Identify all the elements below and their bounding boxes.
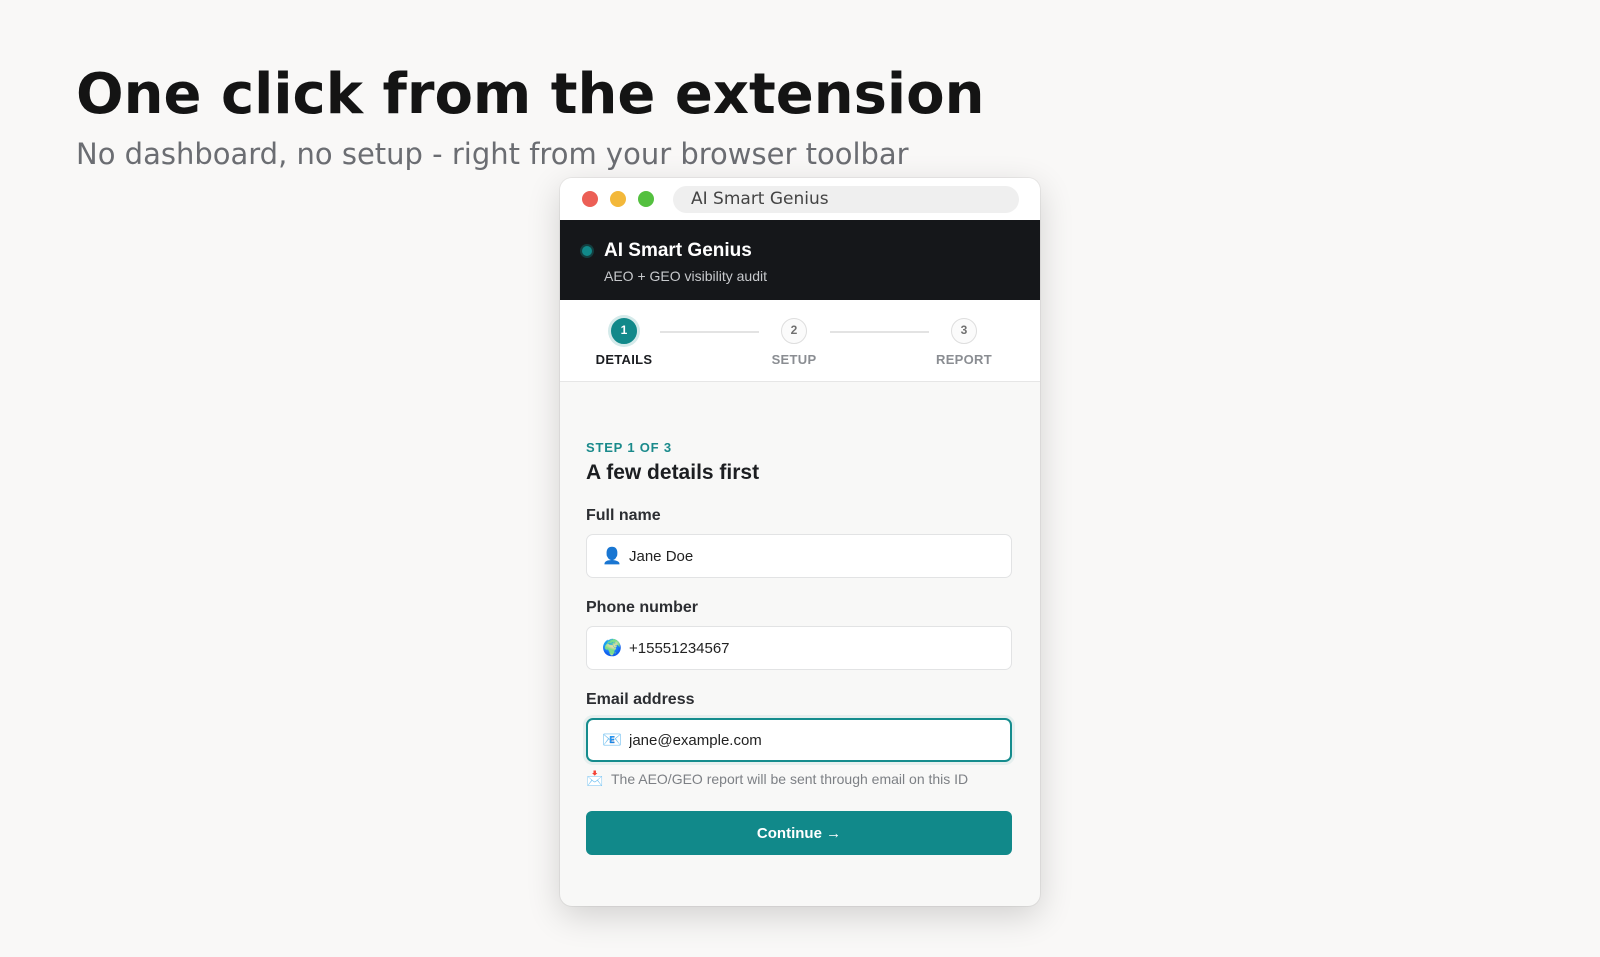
brand-tagline: AEO + GEO visibility audit [604, 268, 768, 284]
url-bar[interactable]: AI Smart Genius [673, 186, 1019, 213]
form-title: A few details first [586, 461, 760, 484]
inbox-icon: 📩 [586, 770, 604, 786]
step-label: SETUP [771, 352, 817, 367]
full-name-input[interactable] [629, 547, 969, 565]
email-hint-text: The AEO/GEO report will be sent through … [611, 770, 969, 787]
step-setup[interactable]: 2 SETUP [739, 318, 849, 367]
step-report[interactable]: 3 REPORT [909, 318, 1019, 367]
step-label: DETAILS [595, 352, 653, 367]
step-number: 1 [611, 318, 637, 344]
email-hint: 📩 The AEO/GEO report will be sent throug… [586, 770, 1012, 787]
continue-button[interactable]: Continue → [586, 811, 1012, 855]
email-address-input[interactable] [629, 731, 969, 749]
window-titlebar: AI Smart Genius [560, 178, 1040, 220]
hero-subtitle: No dashboard, no setup - right from your… [76, 137, 909, 171]
envelope-icon: 📧 [602, 730, 622, 749]
email-address-field[interactable]: 📧 [586, 718, 1012, 762]
close-window-button[interactable] [582, 191, 598, 207]
full-name-label: Full name [586, 507, 661, 524]
brand-name: AI Smart Genius [604, 240, 752, 261]
maximize-window-button[interactable] [638, 191, 654, 207]
status-dot-icon [582, 246, 592, 256]
progress-stepper: 1 DETAILS 2 SETUP 3 REPORT [560, 300, 1040, 382]
globe-icon: 🌍 [602, 638, 622, 657]
phone-number-field[interactable]: 🌍 [586, 626, 1012, 670]
step-label: REPORT [936, 352, 992, 367]
email-address-label: Email address [586, 691, 695, 708]
hero-title: One click from the extension [76, 62, 985, 127]
minimize-window-button[interactable] [610, 191, 626, 207]
extension-popup-window: AI Smart Genius AI Smart Genius AEO + GE… [560, 178, 1040, 906]
phone-number-label: Phone number [586, 599, 699, 616]
full-name-field[interactable]: 👤 [586, 534, 1012, 578]
details-form: STEP 1 OF 3 A few details first Full nam… [586, 440, 1012, 855]
step-number: 3 [951, 318, 977, 344]
step-indicator: STEP 1 OF 3 [586, 440, 672, 455]
extension-header: AI Smart Genius AEO + GEO visibility aud… [560, 220, 1040, 300]
step-number: 2 [781, 318, 807, 344]
person-icon: 👤 [602, 546, 622, 565]
step-details[interactable]: 1 DETAILS [569, 318, 679, 367]
phone-number-input[interactable] [629, 639, 969, 657]
